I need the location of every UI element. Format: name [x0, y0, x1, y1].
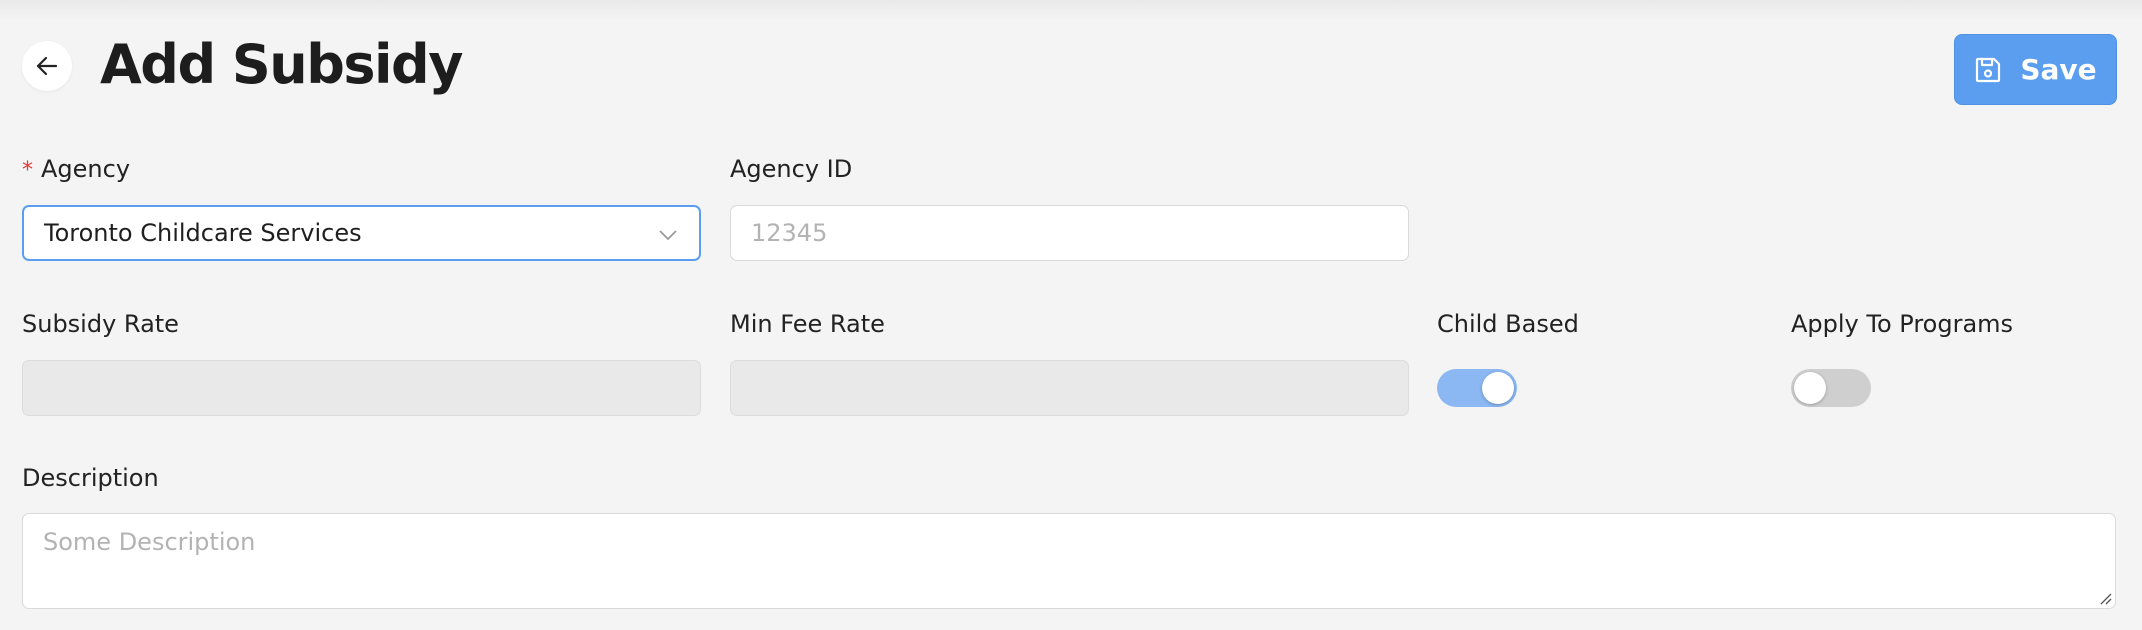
chevron-down-icon: [659, 230, 677, 241]
description-textarea[interactable]: Some Description: [22, 513, 2116, 609]
agency-select[interactable]: Toronto Childcare Services: [22, 205, 701, 261]
description-placeholder: Some Description: [43, 528, 256, 556]
arrow-left-icon: [36, 56, 58, 76]
apply-to-programs-label: Apply To Programs: [1791, 310, 2014, 338]
agency-id-placeholder: 12345: [751, 219, 828, 247]
resize-handle-icon[interactable]: [2098, 591, 2112, 605]
child-based-toggle[interactable]: [1437, 369, 1517, 407]
agency-id-label: Agency ID: [730, 155, 853, 183]
description-label: Description: [22, 464, 159, 492]
floppy-disk-icon: [1976, 57, 2001, 82]
child-based-label: Child Based: [1437, 310, 1579, 338]
min-fee-rate-input[interactable]: [730, 360, 1409, 416]
page-title: Add Subsidy: [100, 33, 463, 96]
add-subsidy-page: Add Subsidy Save * Agency Toronto Childca…: [0, 0, 2142, 630]
agency-id-input[interactable]: 12345: [730, 205, 1409, 261]
top-shadow: [0, 0, 2142, 20]
save-button[interactable]: Save: [1954, 34, 2117, 105]
agency-select-value: Toronto Childcare Services: [44, 219, 362, 247]
required-marker: *: [22, 158, 33, 183]
agency-label-text: Agency: [41, 155, 131, 183]
toggle-knob: [1794, 372, 1826, 404]
subsidy-rate-input[interactable]: [22, 360, 701, 416]
agency-label: * Agency: [22, 154, 130, 186]
toggle-knob: [1482, 372, 1514, 404]
subsidy-rate-label: Subsidy Rate: [22, 310, 179, 338]
save-button-label: Save: [2020, 53, 2097, 86]
back-button[interactable]: [22, 41, 72, 91]
min-fee-rate-label: Min Fee Rate: [730, 310, 885, 338]
apply-to-programs-toggle[interactable]: [1791, 369, 1871, 407]
